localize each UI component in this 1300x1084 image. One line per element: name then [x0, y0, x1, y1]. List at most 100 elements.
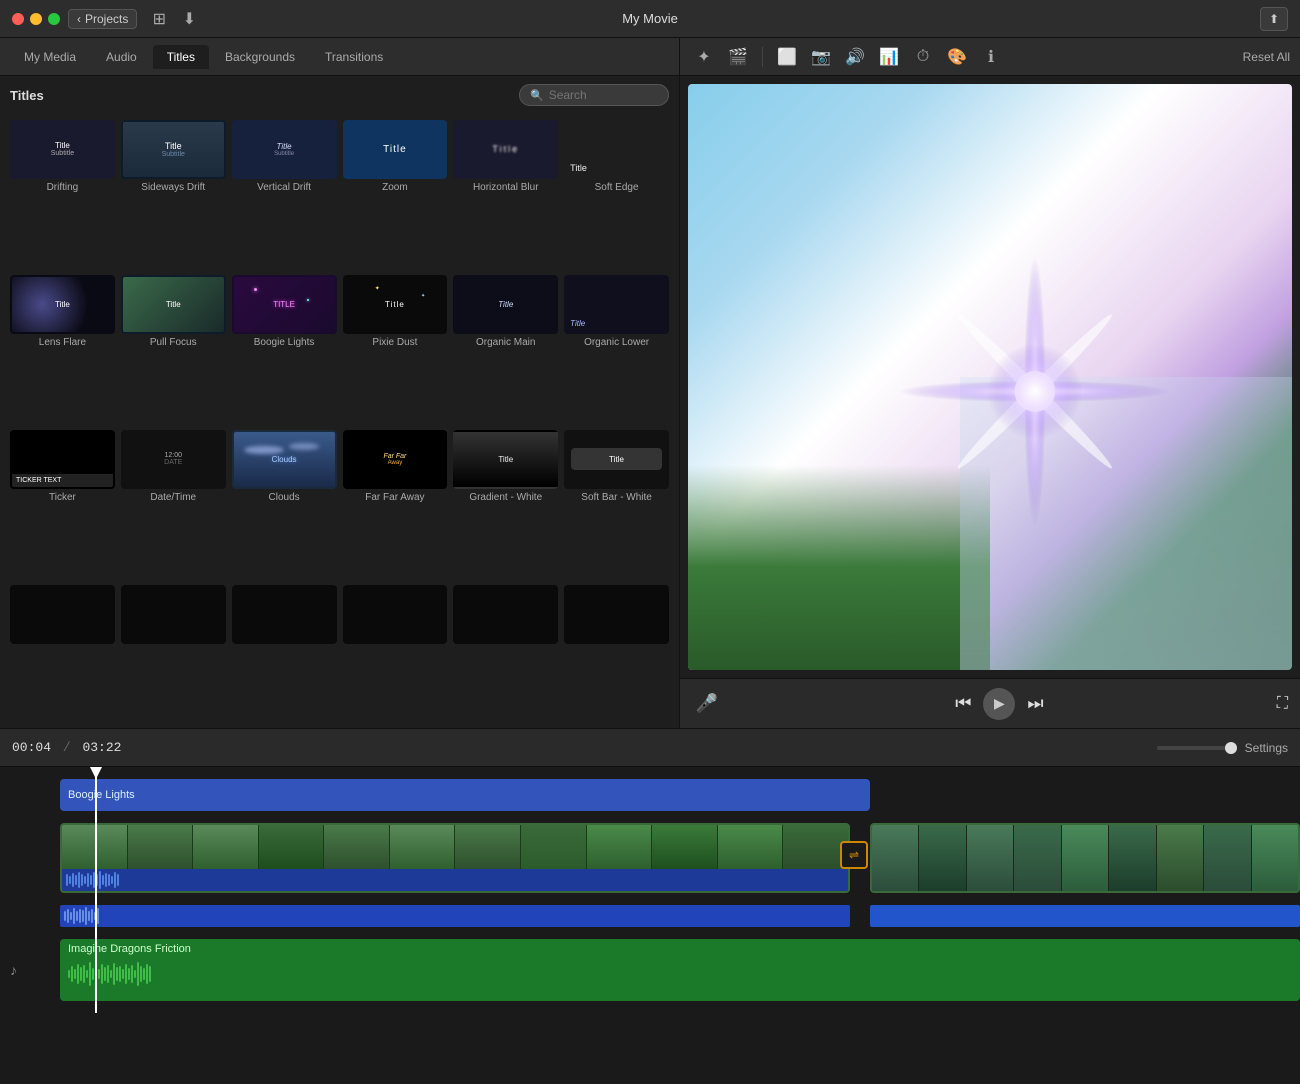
list-item[interactable]: [230, 583, 339, 724]
playback-left: 🎤: [692, 689, 722, 719]
thumb-preview-pullfocus: Title: [121, 275, 226, 334]
video-clip-main[interactable]: [60, 823, 850, 893]
video-audio-track-second[interactable]: [870, 905, 1300, 927]
list-item[interactable]: Title Subtitle Sideways Drift: [119, 118, 228, 271]
titles-label: Titles: [10, 88, 44, 103]
list-item[interactable]: [119, 583, 228, 724]
chart-icon[interactable]: 📊: [875, 43, 903, 71]
list-item[interactable]: Title Gradient - White: [451, 428, 560, 581]
bottom-timeline-area: 00:04 / 03:22 Settings Boogie Lights: [0, 728, 1300, 1083]
list-item[interactable]: Title Horizontal Blur: [451, 118, 560, 271]
video-frames-strip: [62, 825, 848, 875]
list-item[interactable]: [451, 583, 560, 724]
time-separator: /: [63, 740, 71, 755]
list-item[interactable]: Title Pull Focus: [119, 273, 228, 426]
video-frame: [390, 825, 455, 875]
list-item[interactable]: [8, 583, 117, 724]
tab-titles[interactable]: Titles: [153, 45, 209, 69]
camera-icon[interactable]: 📷: [807, 43, 835, 71]
tab-transitions[interactable]: Transitions: [311, 45, 397, 69]
list-item[interactable]: ✦ ✦ Title Pixie Dust: [341, 273, 450, 426]
music-clip[interactable]: Imagine Dragons Friction: [60, 939, 1300, 1001]
video-frames-second: [872, 825, 1298, 893]
timeline-content[interactable]: Boogie Lights: [0, 767, 1300, 1084]
list-item[interactable]: Title Organic Main: [451, 273, 560, 426]
video-audio-track[interactable]: [60, 905, 850, 927]
fullscreen-button[interactable]: ⛶: [1277, 695, 1288, 713]
reset-all-button[interactable]: Reset All: [1243, 50, 1290, 64]
music-waveform: [60, 959, 1300, 989]
thumb-label-vertical: Vertical Drift: [257, 182, 311, 194]
color-icon[interactable]: 🎨: [943, 43, 971, 71]
share-button[interactable]: ⬆: [1260, 7, 1288, 31]
list-item[interactable]: TICKER TEXT Ticker: [8, 428, 117, 581]
video-frame-second: [872, 825, 918, 893]
time-display: 00:04 / 03:22: [12, 740, 121, 755]
arrow-down-icon[interactable]: ⬇: [175, 5, 203, 33]
video-frame: [324, 825, 389, 875]
list-item[interactable]: Title Soft Bar - White: [562, 428, 671, 581]
right-toolbar: ✦ 🎬 ⬜ 📷 🔊 📊 ⏱ 🎨 ℹ Reset All: [680, 38, 1300, 76]
thumb-preview-ticker: TICKER TEXT: [10, 430, 115, 489]
list-item[interactable]: [562, 583, 671, 724]
thumb-label-pixiedust: Pixie Dust: [372, 337, 417, 349]
music-icon: ♪: [10, 962, 17, 978]
speedometer-icon[interactable]: ⏱: [909, 43, 937, 71]
microphone-button[interactable]: 🎤: [692, 689, 722, 719]
video-frame: [455, 825, 520, 875]
video-frame: [783, 825, 848, 875]
list-item[interactable]: Title Subtitle Vertical Drift: [230, 118, 339, 271]
current-time: 00:04: [12, 740, 51, 755]
list-item[interactable]: Title Lens Flare: [8, 273, 117, 426]
thumb-label-boogielights: Boogie Lights: [254, 337, 315, 349]
tab-audio[interactable]: Audio: [92, 45, 151, 69]
list-item[interactable]: Far Far Away Far Far Away: [341, 428, 450, 581]
thumb-preview-blank1: [10, 585, 115, 644]
skip-forward-button[interactable]: ⏭: [1027, 693, 1043, 714]
video-frame-second: [1109, 825, 1155, 893]
tab-backgrounds[interactable]: Backgrounds: [211, 45, 309, 69]
thumb-preview-blank5: [453, 585, 558, 644]
list-item[interactable]: 12:00 DATE Date/Time: [119, 428, 228, 581]
search-input[interactable]: [549, 88, 658, 102]
list-item[interactable]: TITLE Boogie Lights: [230, 273, 339, 426]
thumb-preview-drifting: Title Subtitle: [10, 120, 115, 179]
transition-marker[interactable]: ⇌: [840, 841, 868, 869]
video-frame: [193, 825, 258, 875]
audio-waveform-track: [60, 905, 850, 927]
list-item[interactable]: Title Subtitle Drifting: [8, 118, 117, 271]
list-item[interactable]: Title Soft Edge: [562, 118, 671, 271]
crop-icon[interactable]: ⬜: [773, 43, 801, 71]
close-button[interactable]: [12, 13, 24, 25]
playhead[interactable]: [95, 767, 97, 1013]
list-item[interactable]: Title Organic Lower: [562, 273, 671, 426]
maximize-button[interactable]: [48, 13, 60, 25]
video-preview: [688, 84, 1292, 670]
thumb-label-softbarwhite: Soft Bar - White: [581, 492, 652, 504]
list-item[interactable]: Clouds Clouds: [230, 428, 339, 581]
settings-button[interactable]: Settings: [1245, 741, 1288, 755]
list-item[interactable]: Title Zoom: [341, 118, 450, 271]
video-clip-second[interactable]: [870, 823, 1300, 893]
play-button[interactable]: ▶: [983, 688, 1015, 720]
tab-my-media[interactable]: My Media: [10, 45, 90, 69]
search-box[interactable]: 🔍: [519, 84, 669, 106]
video-frame: [521, 825, 586, 875]
grid-view-icon[interactable]: ⊞: [145, 5, 173, 33]
back-button-label: Projects: [85, 12, 128, 26]
title-bar: ‹ Projects ⊞ ⬇ My Movie ⬆: [0, 0, 1300, 38]
list-item[interactable]: [341, 583, 450, 724]
audio-icon[interactable]: 🔊: [841, 43, 869, 71]
video-filter-icon[interactable]: 🎬: [724, 43, 752, 71]
speed-slider[interactable]: [1157, 746, 1237, 750]
skip-back-button[interactable]: ⏮: [955, 693, 971, 714]
tabs: My Media Audio Titles Backgrounds Transi…: [10, 45, 399, 69]
right-panel: ✦ 🎬 ⬜ 📷 🔊 📊 ⏱ 🎨 ℹ Reset All: [680, 38, 1300, 728]
minimize-button[interactable]: [30, 13, 42, 25]
back-button[interactable]: ‹ Projects: [68, 9, 137, 29]
magic-wand-icon[interactable]: ✦: [690, 43, 718, 71]
video-frame: [259, 825, 324, 875]
info-icon[interactable]: ℹ: [977, 43, 1005, 71]
title-clip[interactable]: Boogie Lights: [60, 779, 870, 811]
thumb-label-clouds: Clouds: [269, 492, 300, 504]
